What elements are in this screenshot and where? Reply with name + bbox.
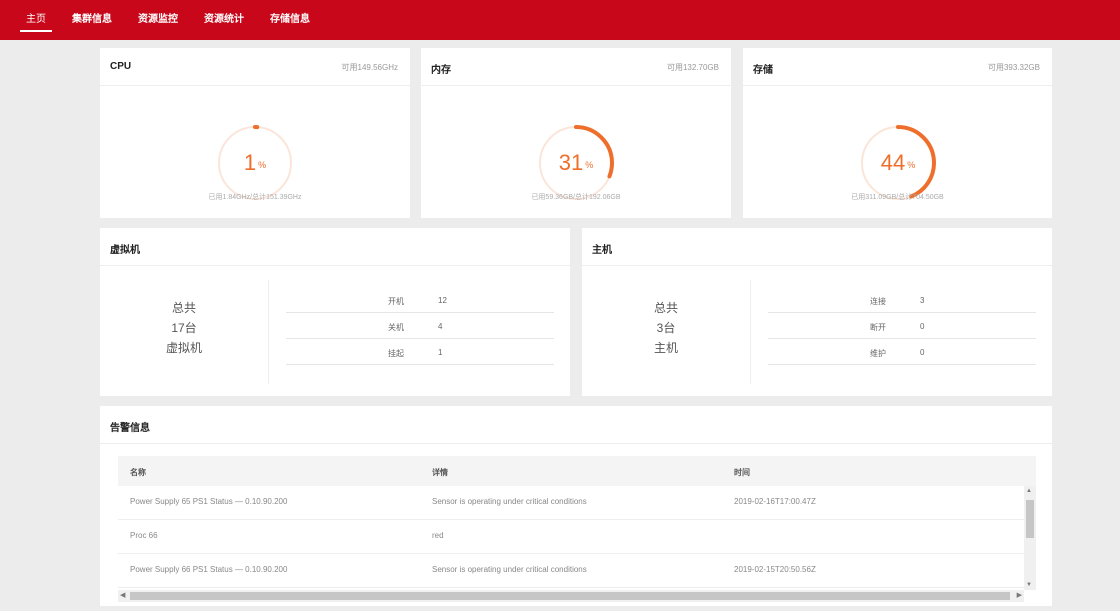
card-header: CPU 可用149.56GHz	[100, 48, 410, 86]
cell-name: Power Supply 65 PS1 Status — 0.10.90.200	[130, 497, 288, 506]
card-title: 主机	[592, 245, 612, 256]
card-header: 虚拟机	[100, 228, 570, 266]
scroll-left-icon[interactable]: ◀	[120, 591, 125, 599]
percent-sign: %	[258, 160, 267, 170]
usage-percent: 1%	[215, 123, 295, 203]
scroll-up-icon[interactable]: ▲	[1026, 488, 1032, 494]
table-row[interactable]: Power Supply 65 PS1 Status — 0.10.90.200…	[118, 486, 1024, 520]
usage-percent: 31%	[536, 123, 616, 203]
card-header: 主机	[582, 228, 1052, 266]
card-header: 告警信息	[100, 406, 1052, 444]
stat-label: 关机	[388, 323, 404, 332]
summary-total-label: 总共	[653, 301, 678, 315]
available-capacity: 可用132.70GB	[666, 63, 719, 72]
scroll-thumb[interactable]	[1026, 500, 1034, 538]
table-header: 名称 详情 时间	[118, 456, 1036, 486]
summary-unit: 主机	[653, 341, 678, 355]
storage-card: 存储 可用393.32GB 44% 已用311.09GB/总计704.50GB	[743, 48, 1052, 218]
percent-value: 44	[880, 150, 906, 175]
divider	[268, 280, 269, 384]
column-header-detail[interactable]: 详情	[432, 467, 448, 478]
alarm-card: 告警信息 名称 详情 时间 Power Supply 65 PS1 Status…	[100, 406, 1052, 606]
available-capacity: 可用393.32GB	[987, 63, 1040, 72]
cell-time: 2019-02-16T17:00.47Z	[734, 497, 816, 506]
usage-detail: 已用1.84GHz/总计151.39GHz	[208, 194, 302, 201]
stat-value: 12	[438, 296, 447, 305]
nav-item-home[interactable]: 主页	[20, 0, 52, 40]
main-nav: 主页 集群信息 资源监控 资源统计 存储信息	[20, 0, 336, 40]
percent-value: 1	[243, 150, 257, 175]
usage-percent: 44%	[858, 123, 938, 203]
vm-card: 虚拟机 总共 17台 虚拟机 开机 12 关机 4 挂起 1	[100, 228, 570, 396]
cell-name: Power Supply 66 PS1 Status — 0.10.90.200	[130, 565, 288, 574]
stat-row-powered-on: 开机 12	[286, 287, 554, 313]
stat-value: 0	[920, 348, 925, 357]
summary-count: 17台	[171, 321, 197, 335]
card-title: 告警信息	[110, 423, 150, 434]
cell-detail: Sensor is operating under critical condi…	[432, 565, 587, 574]
horizontal-scrollbar[interactable]: ◀ ▶	[118, 590, 1024, 602]
cell-detail: Sensor is operating under critical condi…	[432, 497, 587, 506]
stat-row-maintenance: 维护 0	[768, 339, 1036, 365]
usage-detail: 已用59.36GB/总计192.06GB	[531, 194, 621, 201]
percent-sign: %	[585, 160, 594, 170]
cell-time: 2019-02-15T20:50.56Z	[734, 565, 816, 574]
cpu-card: CPU 可用149.56GHz 1% 已用1.84GHz/总计151.39GHz	[100, 48, 410, 218]
stat-row-powered-off: 关机 4	[286, 313, 554, 339]
table-row[interactable]: Power Supply 66 PS1 Status — 0.10.90.200…	[118, 554, 1024, 588]
memory-card: 内存 可用132.70GB 31% 已用59.36GB/总计192.06GB	[421, 48, 731, 218]
host-card: 主机 总共 3台 主机 连接 3 断开 0 维护 0	[582, 228, 1052, 396]
host-summary: 总共 3台 主机	[582, 298, 750, 358]
scroll-thumb[interactable]	[130, 592, 1010, 600]
card-header: 存储 可用393.32GB	[743, 48, 1052, 86]
percent-value: 31	[558, 150, 584, 175]
summary-count: 3台	[656, 321, 676, 335]
stat-value: 3	[920, 296, 925, 305]
cell-detail: red	[432, 531, 444, 540]
stat-value: 4	[438, 322, 443, 331]
cell-name: Proc 66	[130, 531, 158, 540]
stat-value: 0	[920, 322, 925, 331]
vm-summary: 总共 17台 虚拟机	[100, 298, 268, 358]
top-nav-bar: 主页 集群信息 资源监控 资源统计 存储信息	[0, 0, 1120, 40]
stat-label: 连接	[870, 297, 886, 306]
nav-item-resource-stats[interactable]: 资源统计	[204, 0, 244, 40]
scroll-right-icon[interactable]: ▶	[1017, 591, 1022, 599]
stat-label: 维护	[870, 349, 886, 358]
summary-unit: 虚拟机	[165, 341, 202, 355]
card-title: 虚拟机	[110, 245, 140, 256]
divider	[750, 280, 751, 384]
stat-label: 断开	[870, 323, 886, 332]
stat-row-disconnected: 断开 0	[768, 313, 1036, 339]
summary-total-label: 总共	[171, 301, 196, 315]
card-title: 内存	[431, 65, 451, 76]
card-title: CPU	[110, 61, 132, 72]
card-title: 存储	[753, 65, 773, 76]
column-header-time[interactable]: 时间	[734, 467, 750, 478]
available-capacity: 可用149.56GHz	[341, 63, 398, 72]
stat-label: 开机	[388, 297, 404, 306]
table-row[interactable]: Proc 66 red	[118, 520, 1024, 554]
card-header: 内存 可用132.70GB	[421, 48, 731, 86]
usage-detail: 已用311.09GB/总计704.50GB	[851, 194, 944, 201]
stat-row-connected: 连接 3	[768, 287, 1036, 313]
column-header-name[interactable]: 名称	[130, 467, 146, 478]
nav-item-resource-monitor[interactable]: 资源监控	[138, 0, 178, 40]
stat-label: 挂起	[388, 349, 404, 358]
scroll-down-icon[interactable]: ▼	[1026, 582, 1032, 588]
vertical-scrollbar[interactable]: ▲ ▼	[1024, 486, 1036, 590]
stat-value: 1	[438, 348, 443, 357]
nav-item-cluster-info[interactable]: 集群信息	[72, 0, 112, 40]
nav-item-storage-info[interactable]: 存储信息	[270, 0, 310, 40]
percent-sign: %	[907, 160, 916, 170]
stat-row-suspended: 挂起 1	[286, 339, 554, 365]
